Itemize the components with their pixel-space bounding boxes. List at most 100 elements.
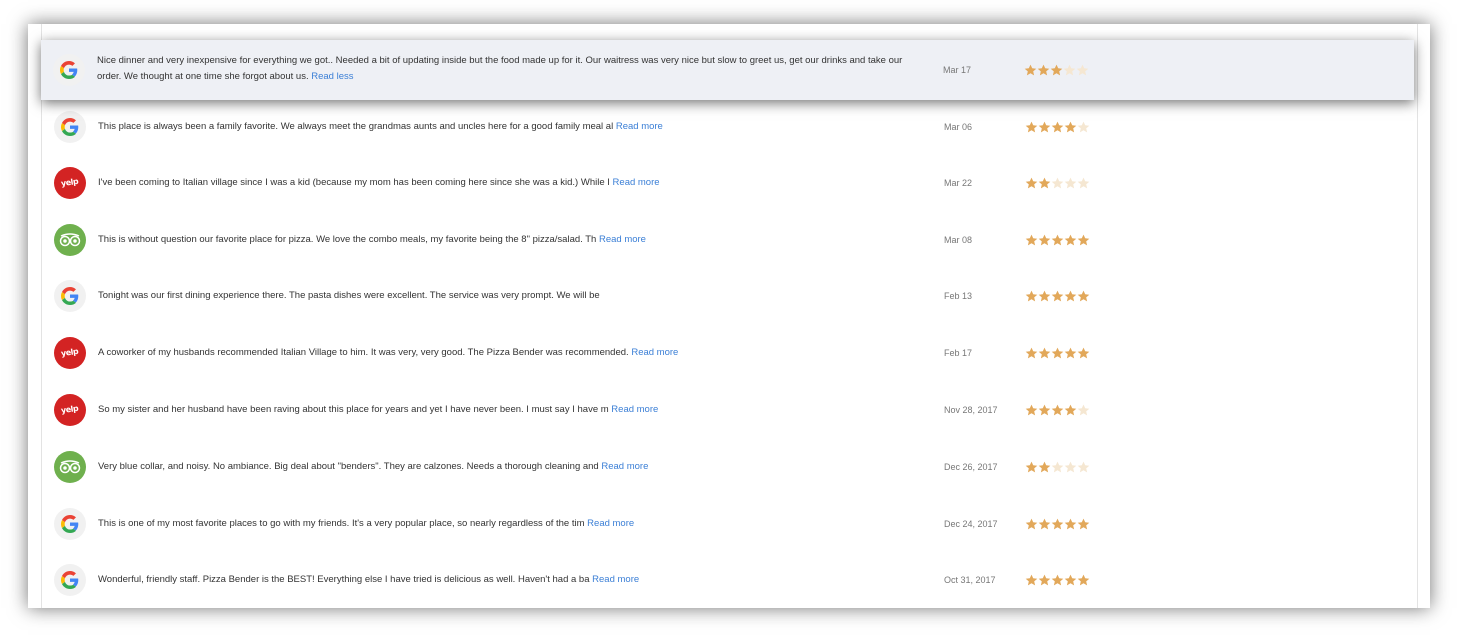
review-date: Mar 08 [944,234,973,245]
star-rating [1025,121,1090,133]
review-date: Oct 31, 2017 [944,574,996,585]
star-filled-icon [1038,121,1051,132]
star-filled-icon [1025,290,1038,301]
review-row[interactable]: This is without question our favorite pl… [42,211,1417,269]
review-body: This is without question our favorite pl… [98,233,597,245]
review-date: Mar 17 [943,65,972,75]
review-body: A coworker of my husbands recommended It… [98,346,629,358]
star-empty-icon [1077,177,1090,188]
review-body: I've been coming to Italian village sinc… [98,176,610,188]
star-filled-icon [1038,177,1051,188]
review-body: Nice dinner and very inexpensive for eve… [97,55,903,82]
star-filled-icon [1064,347,1077,358]
star-rating [1024,64,1089,76]
star-empty-icon [1077,121,1090,132]
review-body: This place is always been a family favor… [98,120,614,132]
star-filled-icon [1025,404,1038,415]
star-filled-icon [1077,234,1090,245]
read-more-link[interactable]: Read more [616,121,663,132]
review-date: Mar 22 [944,177,973,188]
review-row[interactable]: Tonight was our first dining experience … [42,267,1417,325]
review-text: Nice dinner and very inexpensive for eve… [97,53,907,85]
review-text: Very blue collar, and noisy. No ambiance… [98,459,908,475]
star-empty-icon [1077,461,1090,472]
star-filled-icon [1038,574,1051,585]
review-text: This place is always been a family favor… [98,119,908,135]
star-filled-icon [1051,518,1064,529]
review-row[interactable]: This is one of my most favorite places t… [42,495,1417,553]
star-filled-icon [1038,234,1051,245]
review-row[interactable]: yelp So my sister and her husband have be… [42,381,1417,439]
google-icon [53,54,85,86]
star-empty-icon [1064,461,1077,472]
star-filled-icon [1025,518,1038,529]
review-date: Dec 24, 2017 [944,518,998,529]
review-date: Feb 17 [944,347,973,358]
review-text: I've been coming to Italian village sinc… [98,175,908,191]
review-body: Tonight was our first dining experience … [98,289,600,301]
star-filled-icon [1064,574,1077,585]
review-text: This is one of my most favorite places t… [98,516,908,532]
review-row[interactable]: Wonderful, friendly staff. Pizza Bender … [42,551,1417,608]
star-rating [1025,518,1090,530]
star-filled-icon [1038,347,1051,358]
star-empty-icon [1077,404,1090,415]
star-filled-icon [1050,64,1063,76]
star-rating [1025,177,1090,189]
reviews-card: Nice dinner and very inexpensive for eve… [28,24,1430,608]
review-row[interactable]: Very blue collar, and noisy. No ambiance… [42,438,1417,496]
star-filled-icon [1064,290,1077,301]
star-filled-icon [1051,347,1064,358]
review-body: Very blue collar, and noisy. No ambiance… [98,460,599,472]
review-row[interactable]: yelp I've been coming to Italian village … [42,154,1417,212]
star-filled-icon [1051,234,1064,245]
review-date: Mar 06 [944,121,973,132]
read-more-link[interactable]: Read more [611,404,658,415]
star-filled-icon [1077,574,1090,585]
star-filled-icon [1038,290,1051,301]
review-row[interactable]: Nice dinner and very inexpensive for eve… [41,40,1414,100]
review-body: This is one of my most favorite places t… [98,517,585,529]
star-filled-icon [1051,404,1064,415]
star-filled-icon [1025,574,1038,585]
review-text: A coworker of my husbands recommended It… [98,345,908,361]
star-rating [1025,404,1090,416]
star-filled-icon [1024,64,1037,76]
yelp-icon: yelp [54,336,86,369]
star-empty-icon [1051,177,1064,188]
review-row[interactable]: This place is always been a family favor… [42,98,1417,156]
read-less-link[interactable]: Read less [311,71,353,82]
star-rating [1025,461,1090,473]
star-filled-icon [1025,121,1038,132]
review-body: Wonderful, friendly staff. Pizza Bender … [98,573,590,585]
read-more-link[interactable]: Read more [592,574,639,585]
star-empty-icon [1064,177,1077,188]
review-row[interactable]: yelp A coworker of my husbands recommende… [42,324,1417,382]
google-icon [54,507,86,540]
star-filled-icon [1051,574,1064,585]
star-filled-icon [1051,290,1064,301]
star-filled-icon [1064,518,1077,529]
star-rating [1025,290,1090,302]
review-text: This is without question our favorite pl… [98,232,908,248]
review-text: Tonight was our first dining experience … [98,288,908,304]
read-more-link[interactable]: Read more [613,177,660,188]
star-filled-icon [1025,177,1038,188]
yelp-icon: yelp [54,393,86,426]
star-filled-icon [1038,518,1051,529]
read-more-link[interactable]: Read more [599,234,646,245]
yelp-icon: yelp [54,166,86,199]
star-filled-icon [1025,234,1038,245]
read-more-link[interactable]: Read more [601,461,648,472]
review-date: Feb 13 [944,290,973,301]
star-filled-icon [1037,64,1050,76]
review-list: Nice dinner and very inexpensive for eve… [41,24,1418,608]
star-filled-icon [1025,347,1038,358]
star-filled-icon [1064,234,1077,245]
read-more-link[interactable]: Read more [631,347,678,358]
read-more-link[interactable]: Read more [587,518,634,529]
star-filled-icon [1064,121,1077,132]
yelp-logo-text: yelp [60,403,80,416]
tripadvisor-icon [54,450,86,483]
star-empty-icon [1051,461,1064,472]
